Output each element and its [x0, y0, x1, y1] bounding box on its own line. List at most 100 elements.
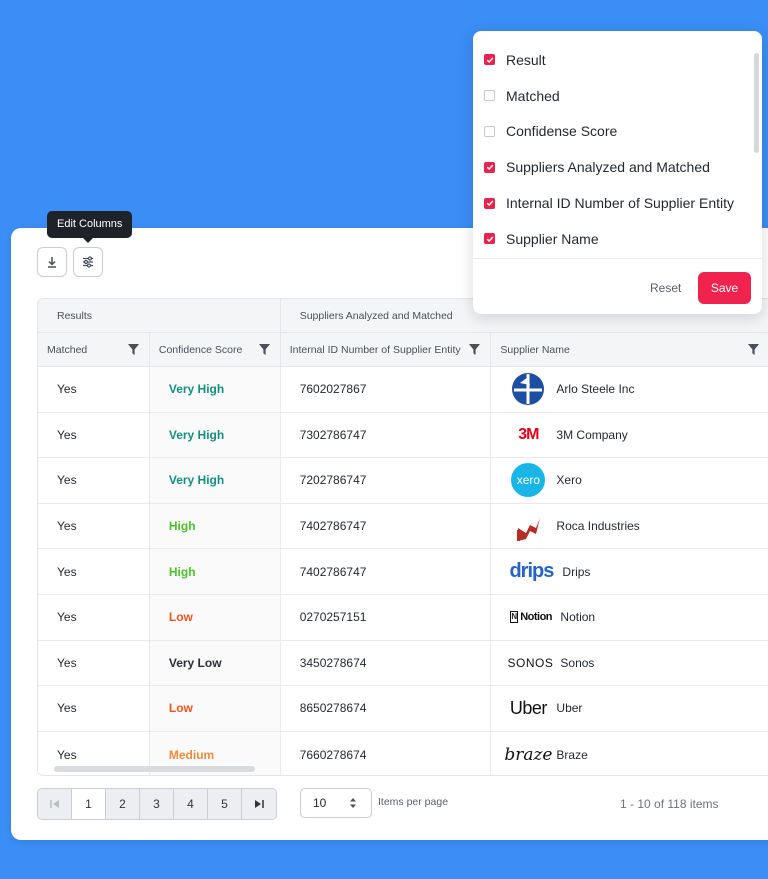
matched-cell: Yes [38, 503, 150, 549]
column-option-result[interactable]: Result [473, 42, 753, 78]
column-option-matched[interactable]: Matched [473, 78, 753, 114]
table-row[interactable]: Yes Very Low 3450278674 SONOS Sonos [38, 640, 768, 687]
supplier-cell: braze Braze [491, 732, 768, 775]
checkbox-checked[interactable] [484, 233, 495, 245]
table-row[interactable]: Yes High 7402786747 Roca Industries [38, 503, 768, 550]
horizontal-scrollbar[interactable] [54, 766, 255, 772]
header-label: Supplier Name [500, 343, 570, 356]
braze-logo: braze [504, 744, 553, 765]
supplier-name: Uber [556, 701, 583, 716]
uber-logo: Uber [509, 697, 548, 718]
sort-arrows-icon [350, 798, 356, 808]
edit-columns-button[interactable] [73, 247, 103, 277]
header-internal-id[interactable]: Internal ID Number of Supplier Entity [281, 333, 492, 366]
group-results: Results [38, 299, 281, 332]
roca-logo [510, 508, 546, 544]
matched-cell: Yes [38, 594, 150, 640]
confidence-cell: Low [149, 686, 281, 731]
page-button-3[interactable]: 3 [140, 789, 174, 819]
confidence-cell: High [149, 503, 281, 549]
table-row[interactable]: Yes Very High 7302786747 3M 3M Company [38, 412, 768, 459]
confidence-cell: Very High [149, 458, 281, 503]
confidence-cell: Low [149, 594, 281, 640]
column-option-internal-id[interactable]: Internal ID Number of Supplier Entity [473, 185, 753, 221]
checkbox-checked[interactable] [484, 197, 495, 209]
filter-icon[interactable] [469, 344, 481, 355]
page-button-5[interactable]: 5 [208, 789, 242, 819]
internal-id-cell: 7660278674 [281, 731, 492, 775]
table-row[interactable]: Yes Very High 7602027867 Arlo Steele Inc [38, 367, 768, 413]
header-matched[interactable]: Matched [38, 333, 150, 366]
supplier-name: Drips [562, 564, 591, 579]
internal-id-cell: 0270257151 [281, 594, 492, 640]
option-label: Suppliers Analyzed and Matched [506, 159, 710, 176]
checkbox-checked[interactable] [484, 161, 495, 173]
first-page-button[interactable] [38, 789, 72, 819]
drips-logo: drips [509, 560, 554, 583]
header-label: Confidence Score [158, 343, 243, 356]
notion-logo: N Notion [510, 611, 553, 624]
reset-button[interactable]: Reset [650, 281, 681, 295]
checkbox-unchecked[interactable] [484, 125, 495, 137]
internal-id-cell: 3450278674 [281, 640, 492, 686]
supplier-cell: Uber Uber [491, 686, 768, 731]
popup-footer: Reset Save [473, 258, 762, 314]
first-page-icon [49, 800, 59, 808]
table-row[interactable]: Yes Very High 7202786747 xero Xero [38, 458, 768, 504]
filter-icon[interactable] [127, 344, 139, 355]
xero-logo: xero [510, 462, 546, 498]
supplier-cell: 3M 3M Company [491, 413, 768, 458]
supplier-cell: Roca Industries [491, 504, 768, 549]
column-option-suppliers[interactable]: Suppliers Analyzed and Matched [473, 149, 753, 185]
per-page-value: 10 [313, 796, 327, 810]
download-button[interactable] [37, 247, 67, 277]
page-button-1[interactable]: 1 [72, 789, 106, 819]
supplier-cell: drips Drips [491, 549, 768, 594]
page-button-2[interactable]: 2 [106, 789, 140, 819]
items-per-page-select[interactable]: 10 [300, 788, 372, 818]
supplier-name: Notion [560, 610, 596, 625]
supplier-name: Xero [556, 473, 582, 488]
header-confidence[interactable]: Confidence Score [150, 333, 281, 366]
confidence-cell: Very High [149, 367, 281, 412]
save-button[interactable]: Save [698, 272, 751, 304]
last-page-button[interactable] [242, 789, 276, 819]
table-row[interactable]: Yes Low 8650278674 Uber Uber [38, 686, 768, 732]
column-option-supplier-name[interactable]: Supplier Name [473, 221, 753, 257]
internal-id-cell: 7402786747 [281, 549, 492, 594]
check-icon [486, 200, 493, 207]
supplier-name: Sonos [560, 655, 595, 670]
last-page-icon [255, 800, 264, 808]
supplier-cell: xero Xero [491, 458, 768, 503]
header-supplier-name[interactable]: Supplier Name [491, 333, 768, 366]
pagination: 1 2 3 4 5 [37, 788, 277, 820]
internal-id-cell: 7402786747 [281, 503, 492, 549]
matched-cell: Yes [38, 549, 150, 594]
column-option-confidence[interactable]: Confidense Score [473, 114, 753, 150]
data-table: Results Suppliers Analyzed and Matched M… [37, 298, 768, 776]
sliders-icon [83, 256, 93, 268]
sonos-logo: SONOS [507, 655, 554, 670]
confidence-cell: High [149, 549, 281, 594]
option-label: Confidense Score [506, 123, 618, 140]
filter-icon[interactable] [258, 344, 270, 355]
table-row[interactable]: Yes Low 0270257151 N Notion Notion [38, 594, 768, 641]
check-icon [486, 57, 493, 63]
supplier-name: Arlo Steele Inc [556, 382, 635, 397]
checkbox-unchecked[interactable] [484, 90, 495, 102]
supplier-table-card: Results Suppliers Analyzed and Matched M… [11, 228, 768, 840]
checkbox-checked[interactable] [484, 54, 495, 66]
edit-columns-tooltip: Edit Columns [47, 211, 133, 243]
matched-cell: Yes [38, 412, 150, 458]
table-row[interactable]: Yes High 7402786747 drips Drips [38, 549, 768, 595]
page-button-4[interactable]: 4 [174, 789, 208, 819]
column-header-row: Matched Confidence Score Internal ID Num… [38, 333, 768, 367]
supplier-cell: SONOS Sonos [491, 641, 768, 686]
filter-icon[interactable] [748, 344, 759, 355]
option-label: Result [506, 51, 546, 68]
popup-scrollbar[interactable] [754, 53, 759, 153]
check-icon [486, 236, 493, 242]
internal-id-cell: 7202786747 [281, 458, 492, 503]
matched-cell: Yes [38, 640, 150, 686]
column-options-list: Result Matched Confidense Score Supplier… [473, 42, 753, 257]
